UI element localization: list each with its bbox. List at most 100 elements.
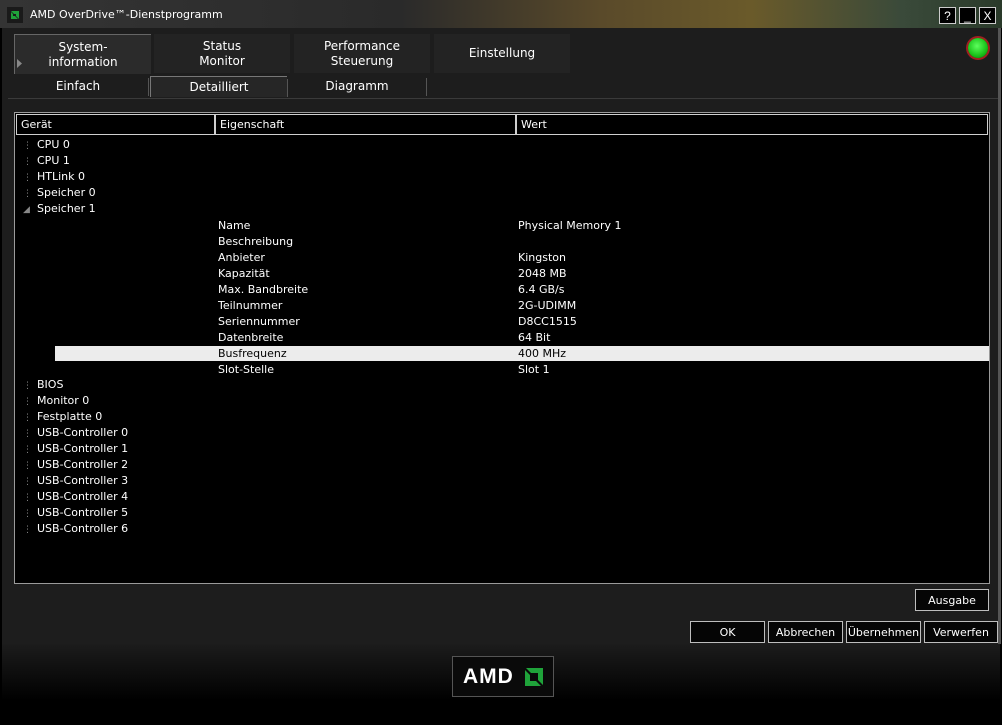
expand-icon[interactable]: ⋮ [23, 394, 37, 410]
tree-node-usb-controller5[interactable]: ⋮ USB-Controller 5 [23, 505, 128, 521]
tree-node-speicher1[interactable]: ◢ Speicher 1 [23, 201, 96, 217]
tree-node-usb-controller2[interactable]: ⋮ USB-Controller 2 [23, 457, 128, 473]
property-name: Slot-Stelle [218, 363, 274, 376]
window-title: AMD OverDrive™-Dienstprogramm [30, 8, 223, 21]
property-value: D8CC1515 [518, 315, 577, 328]
tree-node-label: Speicher 0 [37, 186, 96, 199]
tree-node-label: HTLink 0 [37, 170, 86, 183]
expand-icon[interactable]: ⋮ [23, 154, 37, 170]
tree-node-usb-controller0[interactable]: ⋮ USB-Controller 0 [23, 425, 128, 441]
footer: AMD [2, 644, 1000, 725]
amd-app-icon [7, 7, 23, 23]
property-row[interactable]: Beschreibung [55, 234, 989, 249]
expand-icon[interactable]: ⋮ [23, 522, 37, 538]
property-value: Slot 1 [518, 363, 550, 376]
ok-button[interactable]: OK [690, 621, 765, 643]
subtab-detailliert[interactable]: Detailliert [150, 76, 288, 97]
property-row[interactable]: Kapazität 2048 MB [55, 266, 989, 281]
expand-icon[interactable]: ⋮ [23, 474, 37, 490]
tree-node-bios[interactable]: ⋮ BIOS [23, 377, 63, 393]
tab-system-information[interactable]: System-information [14, 34, 151, 74]
expand-icon[interactable]: ⋮ [23, 138, 37, 154]
property-row-selected[interactable]: Busfrequenz 400 MHz [55, 346, 989, 361]
amd-logo-text: AMD [463, 665, 514, 688]
property-name: Beschreibung [218, 235, 294, 248]
tab-einstellung[interactable]: Einstellung [434, 34, 570, 73]
title-bar: AMD OverDrive™-Dienstprogramm ? _ X [0, 0, 1002, 28]
property-name: Teilnummer [218, 299, 283, 312]
expand-icon[interactable]: ⋮ [23, 426, 37, 442]
abbrechen-button[interactable]: Abbrechen [768, 621, 843, 643]
tree-node-label: USB-Controller 2 [37, 458, 129, 471]
expand-icon[interactable]: ⋮ [23, 186, 37, 202]
help-button[interactable]: ? [939, 7, 956, 24]
device-detail-table[interactable]: Gerät Eigenschaft Wert ⋮ CPU 0 ⋮ CPU 1 ⋮ HT… [14, 112, 990, 584]
tree-node-usb-controller4[interactable]: ⋮ USB-Controller 4 [23, 489, 128, 505]
property-row[interactable]: Teilnummer 2G-UDIMM [55, 298, 989, 313]
subtab-label: Diagramm [325, 79, 389, 93]
sub-navigation: Einfach Detailliert Diagramm [8, 76, 998, 99]
expand-icon[interactable]: ⋮ [23, 170, 37, 186]
property-name: Max. Bandbreite [218, 283, 309, 296]
tree-node-label: USB-Controller 3 [37, 474, 129, 487]
tree-node-cpu0[interactable]: ⋮ CPU 0 [23, 137, 70, 153]
minimize-button[interactable]: _ [959, 7, 976, 24]
tab-label-line2: Monitor [199, 53, 245, 68]
property-row[interactable]: Seriennummer D8CC1515 [55, 314, 989, 329]
tab-label-line1: Status [202, 38, 242, 53]
subtab-label: Einfach [55, 79, 101, 93]
property-value: 2G-UDIMM [518, 299, 577, 312]
close-button[interactable]: X [979, 7, 996, 24]
tree-node-monitor0[interactable]: ⋮ Monitor 0 [23, 393, 89, 409]
expand-icon[interactable]: ⋮ [23, 378, 37, 394]
property-row[interactable]: Slot-Stelle Slot 1 [55, 362, 989, 377]
property-row[interactable]: Datenbreite 64 Bit [55, 330, 989, 345]
property-value: 2048 MB [518, 267, 567, 280]
property-name: Datenbreite [218, 331, 284, 344]
tab-status-monitor[interactable]: Status Monitor [154, 34, 290, 73]
amd-arrow-icon [525, 668, 543, 686]
property-name: Busfrequenz [218, 347, 287, 360]
tree-node-speicher0[interactable]: ⋮ Speicher 0 [23, 185, 96, 201]
tree-node-usb-controller1[interactable]: ⋮ USB-Controller 1 [23, 441, 128, 457]
property-name: Seriennummer [218, 315, 300, 328]
property-name: Name [218, 219, 251, 232]
tree-node-label: USB-Controller 6 [37, 522, 129, 535]
ausgabe-button[interactable]: Ausgabe [915, 589, 989, 611]
expand-icon[interactable]: ⋮ [23, 458, 37, 474]
subtab-einfach[interactable]: Einfach [8, 76, 149, 96]
property-value: 400 MHz [518, 347, 567, 360]
column-header-device[interactable]: Gerät [16, 114, 215, 135]
tree-node-cpu1[interactable]: ⋮ CPU 1 [23, 153, 70, 169]
tab-label-line1: Performance [323, 38, 401, 53]
expand-icon[interactable]: ⋮ [23, 442, 37, 458]
column-header-value[interactable]: Wert [516, 114, 988, 135]
expand-icon[interactable]: ⋮ [23, 490, 37, 506]
status-led-icon [968, 38, 988, 58]
tab-label-line1: System- [58, 39, 108, 54]
subtab-diagramm[interactable]: Diagramm [288, 76, 427, 96]
tree-node-label: Monitor 0 [37, 394, 90, 407]
column-header-property[interactable]: Eigenschaft [215, 114, 516, 135]
expand-icon[interactable]: ⋮ [23, 506, 37, 522]
verwerfen-button[interactable]: Verwerfen [924, 621, 998, 643]
property-row[interactable]: Max. Bandbreite 6.4 GB/s [55, 282, 989, 297]
property-row[interactable]: Anbieter Kingston [55, 250, 989, 265]
tree-node-usb-controller3[interactable]: ⋮ USB-Controller 3 [23, 473, 128, 489]
tab-performance-steuerung[interactable]: Performance Steuerung [294, 34, 430, 73]
tab-label-line1: Einstellung [468, 46, 536, 60]
tree-node-label: BIOS [37, 378, 64, 391]
property-row[interactable]: Name Physical Memory 1 [55, 218, 989, 233]
tree-node-festplatte0[interactable]: ⋮ Festplatte 0 [23, 409, 102, 425]
property-value: 64 Bit [518, 331, 551, 344]
tree-node-label: USB-Controller 1 [37, 442, 129, 455]
tree-node-label: USB-Controller 5 [37, 506, 129, 519]
tree-node-usb-controller6[interactable]: ⋮ USB-Controller 6 [23, 521, 128, 537]
tree-node-label: CPU 0 [37, 138, 70, 151]
expand-icon[interactable]: ⋮ [23, 410, 37, 426]
subtab-label: Detailliert [189, 80, 249, 94]
uebernehmen-button[interactable]: Übernehmen [846, 621, 921, 643]
collapse-icon[interactable]: ◢ [23, 202, 37, 218]
property-name: Anbieter [218, 251, 265, 264]
tree-node-htlink0[interactable]: ⋮ HTLink 0 [23, 169, 85, 185]
